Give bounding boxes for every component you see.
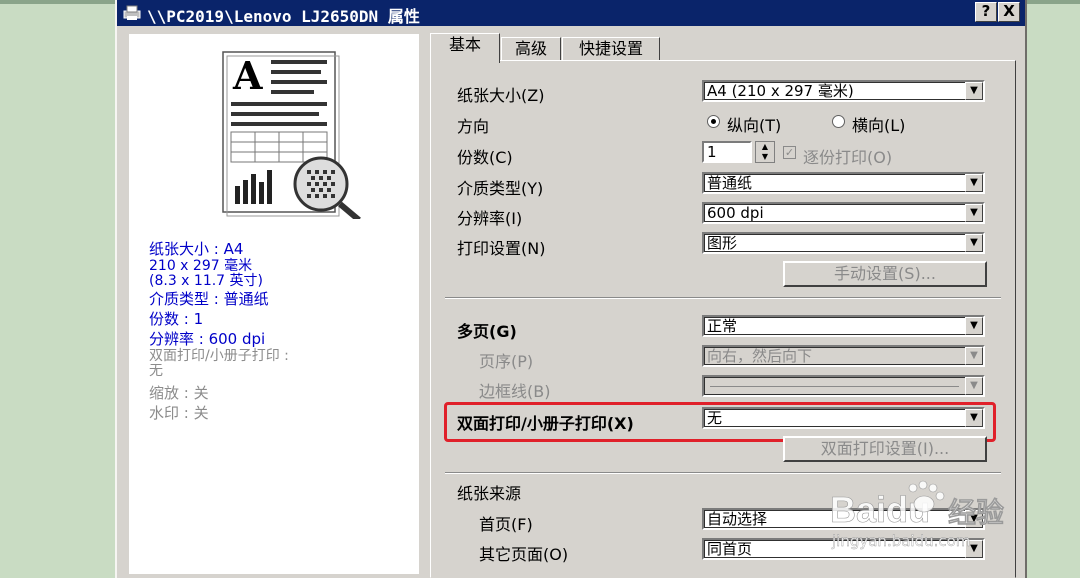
page-order-select[interactable]: 向右，然后向下 ▼: [702, 345, 985, 367]
summary-media-type: 介质类型 : 普通纸: [149, 290, 269, 308]
page-order-label: 页序(P): [479, 352, 534, 371]
print-setting-value: 图形: [707, 234, 738, 252]
chevron-down-icon[interactable]: ▼: [965, 174, 983, 192]
resolution-select[interactable]: 600 dpi ▼: [702, 202, 985, 224]
summary-dimensions-mm: 210 x 297 毫米: [149, 258, 253, 274]
other-pages-label: 其它页面(O): [479, 545, 569, 564]
help-button[interactable]: ?: [975, 2, 997, 22]
tab-advanced[interactable]: 高级: [501, 37, 561, 61]
chevron-down-icon[interactable]: ▼: [965, 234, 983, 252]
page-preview-icon: A: [222, 51, 361, 219]
media-type-label: 介质类型(Y): [457, 179, 544, 198]
resolution-value: 600 dpi: [707, 204, 764, 222]
border-line-select[interactable]: ▼: [702, 375, 985, 397]
chevron-down-icon[interactable]: ▼: [965, 347, 983, 365]
separator: [445, 472, 1001, 474]
paper-source-label: 纸张来源: [457, 484, 522, 503]
portrait-label[interactable]: 纵向(T): [727, 112, 781, 136]
portrait-radio[interactable]: [707, 115, 720, 128]
preview-panel: A 纸张大小: A4 210 x 297 毫米 (8.3 x 11.7 英寸)…: [129, 34, 419, 574]
watermark-url: jingyan.baidu.com: [831, 532, 970, 550]
collate-label: 逐份打印(O): [803, 148, 893, 167]
border-line-label: 边框线(B): [479, 382, 551, 401]
manual-setting-button[interactable]: 手动设置(S)...: [783, 261, 987, 287]
preview-glyph: A: [232, 53, 263, 98]
settings-summary: 纸张大小 : A4 210 x 297 毫米 (8.3 x 11.7 英寸) 介…: [149, 239, 289, 423]
chevron-down-icon[interactable]: ▼: [965, 377, 983, 395]
watermark-suffix: 经验: [948, 496, 1004, 529]
print-setting-label: 打印设置(N): [457, 239, 546, 258]
summary-scaling: 缩放 : 关: [149, 384, 209, 402]
paper-size-select[interactable]: A4 (210 x 297 毫米) ▼: [702, 80, 985, 102]
summary-duplex-value: 无: [149, 363, 163, 379]
window-title: \\PC2019\Lenovo LJ2650DN 属性: [147, 7, 420, 26]
desktop-strip-left: [0, 0, 115, 4]
resolution-label: 分辨率(I): [457, 209, 523, 228]
border-line-sample: [710, 386, 959, 387]
other-pages-value: 同首页: [707, 540, 753, 558]
summary-copies: 份数 : 1: [149, 310, 204, 328]
copies-value: 1: [707, 143, 717, 161]
landscape-radio[interactable]: [832, 115, 845, 128]
summary-paper-size: 纸张大小 : A4: [149, 240, 244, 258]
duplex-settings-button[interactable]: 双面打印设置(I)...: [783, 436, 987, 462]
copies-input[interactable]: 1: [702, 141, 752, 163]
baidu-jingyan-watermark: Baidu 经验 jingyan.baidu.com: [830, 480, 1004, 550]
paper-size-value: A4 (210 x 297 毫米): [707, 82, 854, 100]
title-bar[interactable]: \\PC2019\Lenovo LJ2650DN 属性 ? X: [117, 0, 1025, 26]
chevron-down-icon[interactable]: ▼: [965, 204, 983, 222]
desktop-strip-right: [1020, 0, 1080, 4]
media-type-value: 普通纸: [707, 174, 753, 192]
watermark-brand: Baidu: [830, 489, 930, 530]
collate-checkbox[interactable]: ✓: [783, 146, 796, 159]
first-page-label: 首页(F): [479, 515, 533, 534]
first-page-value: 自动选择: [707, 510, 768, 528]
media-type-select[interactable]: 普通纸 ▼: [702, 172, 985, 194]
page-order-value: 向右，然后向下: [707, 347, 813, 365]
paper-size-label: 纸张大小(Z): [457, 86, 545, 105]
multipage-label: 多页(G): [457, 322, 517, 341]
separator: [445, 297, 1001, 299]
chevron-down-icon[interactable]: ▼: [965, 317, 983, 335]
printer-icon: [123, 5, 141, 20]
landscape-label[interactable]: 横向(L): [852, 112, 905, 136]
close-button[interactable]: X: [998, 2, 1020, 22]
tab-quick-settings[interactable]: 快捷设置: [562, 37, 660, 61]
tab-basic[interactable]: 基本: [430, 33, 500, 63]
print-setting-select[interactable]: 图形 ▼: [702, 232, 985, 254]
summary-resolution: 分辨率 : 600 dpi: [149, 330, 266, 348]
copies-label: 份数(C): [457, 148, 513, 167]
summary-watermark: 水印 : 关: [149, 404, 209, 422]
chevron-down-icon[interactable]: ▼: [965, 82, 983, 100]
copies-spinner[interactable]: ▲ ▼: [755, 141, 775, 163]
summary-dimensions-in: (8.3 x 11.7 英寸): [149, 273, 263, 289]
multipage-value: 正常: [707, 317, 738, 335]
summary-duplex: 双面打印/小册子打印 :: [149, 348, 289, 364]
orientation-label: 方向: [457, 117, 490, 136]
multipage-select[interactable]: 正常 ▼: [702, 315, 985, 337]
